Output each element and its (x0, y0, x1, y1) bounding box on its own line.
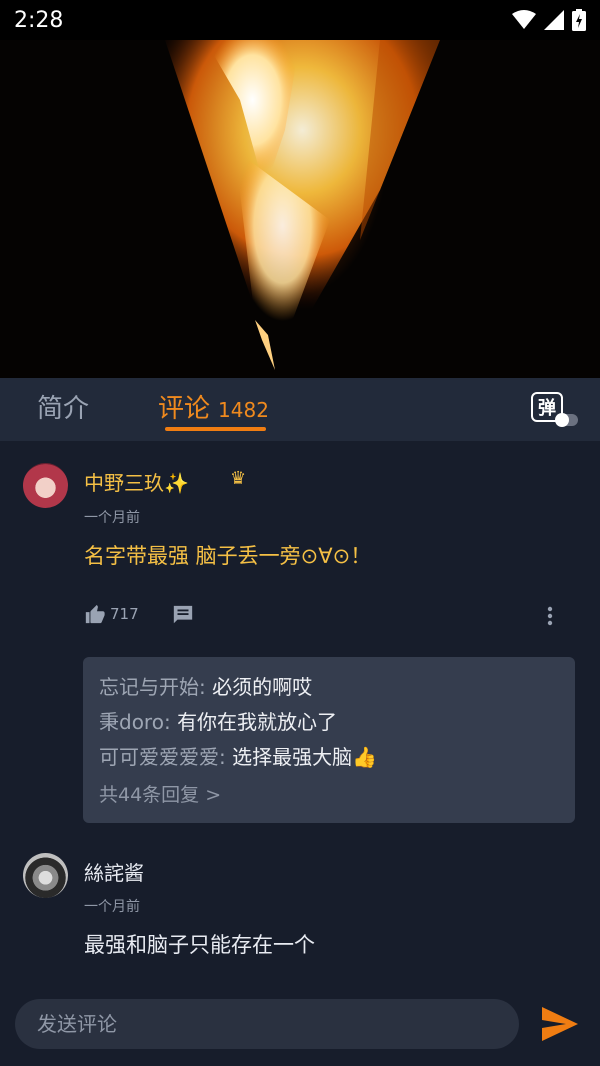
video-frame-image (165, 40, 440, 370)
reply-button[interactable] (172, 604, 194, 630)
tab-intro[interactable]: 简介 (37, 388, 89, 425)
comment-time: 一个月前 (84, 899, 140, 915)
wifi-icon (512, 10, 536, 29)
status-icons (512, 9, 586, 31)
avatar[interactable] (23, 463, 68, 508)
comment-username[interactable]: 中野三玖✨ (84, 467, 189, 496)
active-tab-indicator (165, 427, 266, 431)
reply-text: 选择最强大脑👍 (232, 745, 378, 769)
reply-item: 可可爱爱爱爱: 选择最强大脑👍 (99, 745, 378, 769)
reply-text: 有你在我就放心了 (177, 710, 338, 734)
comment-username[interactable]: 絲詫酱 (84, 857, 144, 886)
comment-actions: 717 (84, 603, 574, 629)
tab-comments-label: 评论 (158, 394, 211, 424)
danmaku-label: 弹 (538, 398, 556, 419)
reply-item: 秉doro: 有你在我就放心了 (99, 710, 338, 734)
comment-time: 一个月前 (84, 510, 140, 526)
comment-input-bar (0, 984, 600, 1066)
video-player[interactable] (0, 40, 600, 378)
more-options-button[interactable] (546, 605, 554, 631)
like-button[interactable]: 717 (84, 603, 139, 625)
reply-username[interactable]: 秉doro (99, 710, 164, 734)
signal-icon (544, 10, 564, 30)
send-button[interactable] (540, 1005, 580, 1043)
tab-comments[interactable]: 评论 1482 (158, 388, 269, 425)
more-vert-icon (547, 606, 553, 626)
danmaku-switch[interactable] (555, 413, 578, 427)
reply-preview-box[interactable]: 忘记与开始: 必须的啊哎 秉doro: 有你在我就放心了 可可爱爱爱爱: 选择最… (83, 657, 575, 823)
reply-username[interactable]: 可可爱爱爱爱 (99, 745, 219, 769)
battery-icon (572, 9, 586, 31)
like-count: 717 (110, 605, 139, 623)
danmaku-switch-knob (555, 413, 569, 427)
reply-item: 忘记与开始: 必须的啊哎 (99, 675, 313, 699)
send-icon (542, 1007, 578, 1041)
tab-intro-label: 简介 (37, 394, 90, 424)
reply-text: 必须的啊哎 (212, 675, 313, 699)
tab-bar: 简介 评论 1482 (0, 378, 600, 441)
comment-icon (173, 605, 193, 624)
comment-text: 名字带最强 脑子丢一旁⊙∀⊙！ (84, 544, 372, 568)
status-time: 2:28 (14, 7, 64, 33)
thumbs-up-icon (85, 604, 105, 624)
comment-text: 最强和脑子只能存在一个 (84, 933, 315, 957)
comment-count: 1482 (218, 398, 269, 422)
comment-input[interactable] (15, 999, 519, 1049)
status-bar: 2:28 (0, 0, 600, 40)
avatar[interactable] (23, 853, 68, 898)
reply-username[interactable]: 忘记与开始 (99, 675, 199, 699)
view-more-replies-link[interactable]: 共44条回复 > (99, 780, 221, 807)
crown-icon: ♛ (230, 468, 247, 489)
